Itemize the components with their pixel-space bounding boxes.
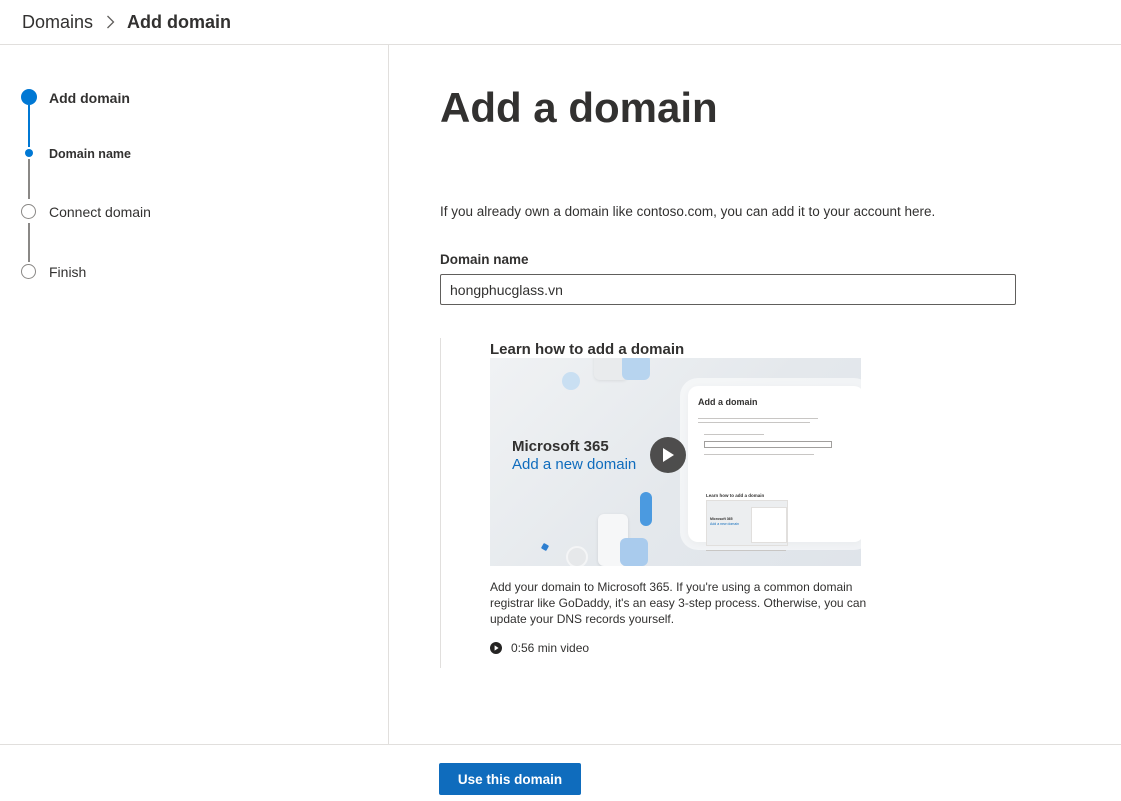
step-upcoming-icon [21,264,36,279]
video-preview-window: Add a domain Learn how to add a domain M… [688,386,861,551]
domain-name-input[interactable] [440,274,1016,305]
video-subtitle-text: Add a new domain [512,456,637,473]
decorative-shape [620,538,648,566]
step-connector-1 [28,105,30,147]
decorative-shape [540,542,550,552]
step-connect-domain: Connect domain [49,204,151,220]
page-title: Add a domain [440,84,718,131]
wizard-steps-panel: Add domain Domain name Connect domain Fi… [0,45,389,745]
page-header: Domains Add domain [0,0,1121,45]
step-connector-3 [28,223,30,262]
learn-description: Add your domain to Microsoft 365. If you… [490,580,867,626]
breadcrumb-current: Add domain [127,12,232,32]
preview-thumb-sub: Add a new domain [710,522,739,526]
preview-learn-title: Learn how to add a domain [706,493,765,498]
decorative-shape [622,358,650,380]
preview-input [704,441,832,448]
play-icon[interactable] [650,437,686,473]
preview-thumb-panel [751,507,787,543]
breadcrumb: Domains Add domain [22,11,231,33]
chevron-right-icon [106,15,115,29]
preview-video-thumb: Microsoft 365 Add a new domain [706,500,788,546]
preview-thumb-brand: Microsoft 365 [710,517,733,521]
video-duration: 0:56 min video [490,641,589,655]
decorative-shape [566,546,588,566]
domain-name-label: Domain name [440,252,529,267]
intro-text: If you already own a domain like contoso… [440,204,936,219]
preview-text-line [704,434,764,435]
step-upcoming-icon [21,204,36,219]
step-domain-name: Domain name [49,147,131,161]
substep-current-icon [25,149,33,157]
video-thumbnail[interactable]: Microsoft 365 Add a new domain Add a dom… [490,358,861,566]
step-add-domain: Add domain [49,90,130,106]
preview-text-line [704,454,814,455]
preview-title: Add a domain [698,397,758,407]
video-brand-text: Microsoft 365 [512,438,609,455]
preview-text-line [706,550,786,551]
footer-bar: Use this domain [0,744,1121,801]
step-finish: Finish [49,264,87,280]
learn-title: Learn how to add a domain [490,341,685,358]
preview-text-line [698,422,810,423]
learn-card: Learn how to add a domain Microsoft 365 … [440,338,880,668]
decorative-shape [640,492,652,526]
use-this-domain-button[interactable]: Use this domain [439,763,581,795]
play-circle-icon [490,642,502,654]
step-connector-2 [28,159,30,199]
step-current-icon [21,89,37,105]
decorative-shape [562,372,580,390]
preview-text-line [698,418,818,419]
video-duration-text: 0:56 min video [511,641,590,655]
breadcrumb-domains-link[interactable]: Domains [22,11,93,33]
